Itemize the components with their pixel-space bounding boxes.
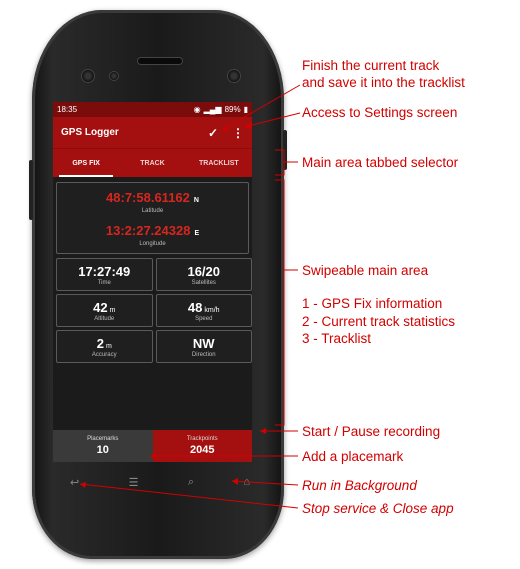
- annotation-stop: Stop service & Close app: [302, 501, 454, 516]
- annotation-finish-2: and save it into the tracklist: [302, 75, 465, 90]
- annotation-tabbed: Main area tabbed selector: [302, 155, 459, 170]
- annotation-item-3: 3 - Tracklist: [302, 331, 372, 346]
- annotation-finish: Finish the current track: [302, 58, 440, 73]
- annotation-placemark: Add a placemark: [302, 449, 404, 464]
- annotation-background: Run in Background: [302, 478, 417, 493]
- annotation-item-2: 2 - Current track statistics: [302, 314, 456, 329]
- annotation-settings: Access to Settings screen: [302, 105, 458, 120]
- annotation-swipe: Swipeable main area: [302, 263, 429, 278]
- annotation-start: Start / Pause recording: [302, 424, 441, 439]
- annotation-item-1: 1 - GPS Fix information: [302, 296, 443, 311]
